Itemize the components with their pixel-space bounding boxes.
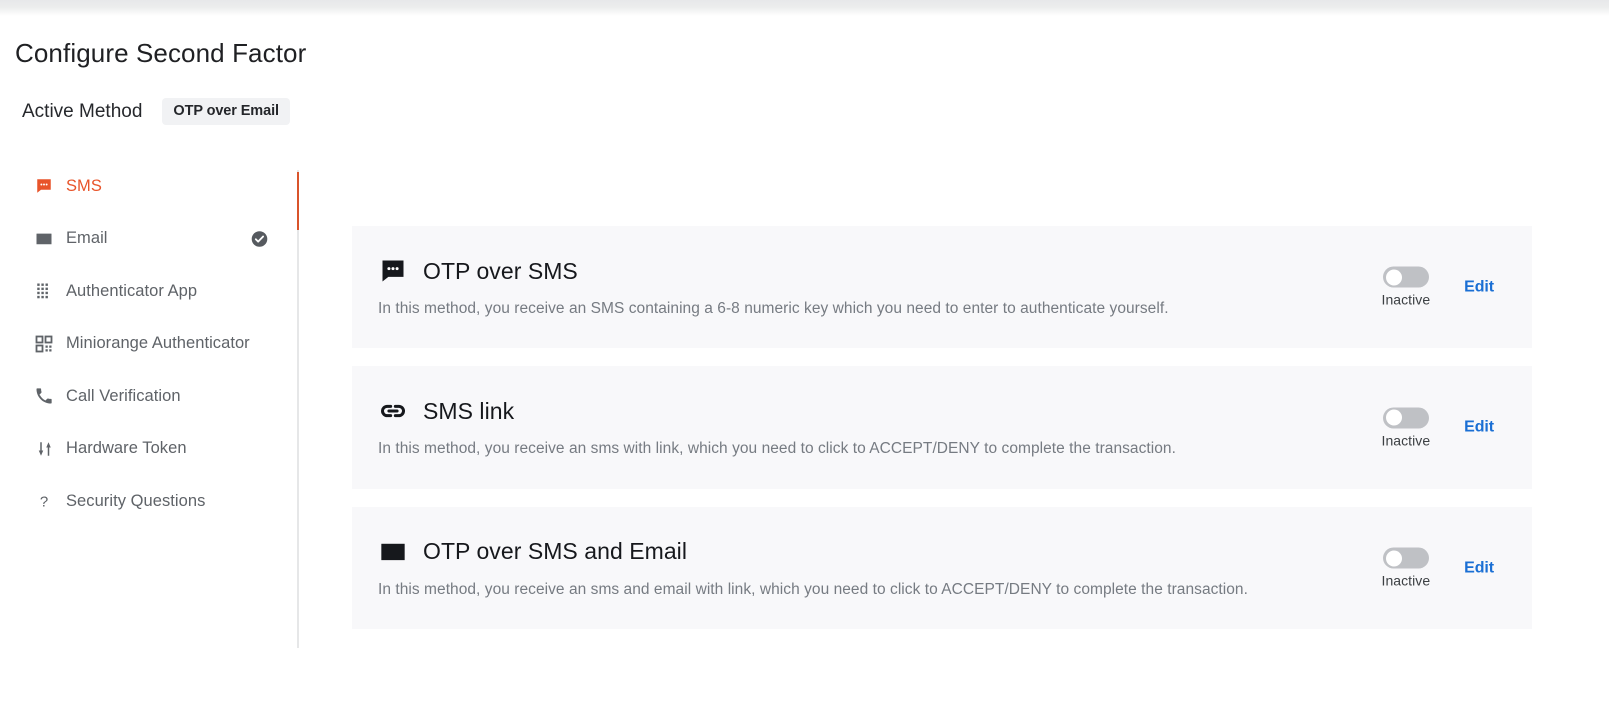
- sms-chat-icon: [33, 175, 55, 197]
- sidebar-divider-rail: [297, 170, 299, 648]
- sidebar-item-authenticator-app[interactable]: Authenticator App: [0, 265, 300, 318]
- edit-link[interactable]: Edit: [1464, 559, 1494, 577]
- method-status-label: Inactive: [1381, 291, 1431, 308]
- method-title-row: OTP over SMS and Email: [378, 537, 1292, 567]
- method-description: In this method, you receive an sms and e…: [378, 580, 1248, 598]
- method-toggle-wrap: Inactive: [1382, 407, 1431, 448]
- method-toggle-wrap: Inactive: [1381, 266, 1431, 308]
- envelope-icon: [378, 537, 408, 567]
- toggle-knob: [1385, 269, 1402, 286]
- sidebar-item-label: Call Verification: [66, 386, 181, 405]
- method-toggle-wrap: Inactive: [1381, 547, 1431, 589]
- envelope-icon: [33, 228, 55, 250]
- method-controls: Inactive Edit: [1382, 407, 1494, 448]
- method-enable-toggle[interactable]: [1382, 407, 1429, 429]
- body-area: SMS Email Authenticator App Miniorange Auth…: [0, 160, 1609, 705]
- method-sidebar: SMS Email Authenticator App Miniorange Auth…: [0, 160, 300, 528]
- method-card-body: SMS link In this method, you receive an s…: [352, 396, 1532, 460]
- check-badge-icon: [251, 230, 268, 247]
- page-title: Configure Second Factor: [15, 38, 307, 68]
- sidebar-item-email[interactable]: Email: [0, 213, 300, 266]
- sidebar-item-call-verification[interactable]: Call Verification: [0, 370, 300, 423]
- sidebar-item-label: Security Questions: [66, 491, 206, 510]
- method-card-body: OTP over SMS In this method, you receive …: [352, 256, 1532, 320]
- method-title: OTP over SMS: [423, 257, 578, 284]
- active-method-label: Active Method: [22, 100, 143, 122]
- active-method-row: Active Method OTP over Email: [22, 98, 290, 125]
- method-status-label: Inactive: [1381, 572, 1431, 589]
- edit-link[interactable]: Edit: [1464, 419, 1494, 437]
- sidebar-item-sms[interactable]: SMS: [0, 160, 300, 213]
- active-method-badge: OTP over Email: [162, 98, 290, 125]
- sidebar-active-indicator: [297, 172, 299, 230]
- method-title: SMS link: [423, 397, 515, 424]
- svg-text:?: ?: [40, 494, 48, 511]
- sidebar-item-miniorange-authenticator[interactable]: Miniorange Authenticator: [0, 318, 300, 371]
- question-mark-icon: ?: [33, 490, 55, 512]
- method-title: OTP over SMS and Email: [423, 538, 687, 565]
- method-controls: Inactive Edit: [1381, 547, 1494, 589]
- method-enable-toggle[interactable]: [1382, 547, 1429, 569]
- sidebar-item-label: Email: [66, 229, 108, 248]
- method-card: SMS link In this method, you receive an s…: [352, 366, 1532, 489]
- sidebar-item-label: Hardware Token: [66, 439, 187, 458]
- method-enable-toggle[interactable]: [1382, 266, 1429, 288]
- sidebar-item-hardware-token[interactable]: Hardware Token: [0, 423, 300, 476]
- browser-chrome-bar: [0, 0, 1609, 16]
- method-description: In this method, you receive an SMS conta…: [378, 300, 1169, 317]
- edit-link[interactable]: Edit: [1464, 278, 1494, 296]
- sidebar-item-label: Miniorange Authenticator: [66, 334, 250, 353]
- sidebar-item-label: SMS: [66, 176, 102, 195]
- method-card: OTP over SMS and Email In this method, yo…: [352, 506, 1532, 630]
- method-card: OTP over SMS In this method, you receive …: [352, 226, 1532, 349]
- hardware-token-icon: [33, 438, 55, 460]
- method-card-list: OTP over SMS In this method, you receive …: [352, 226, 1532, 647]
- qr-code-icon: [33, 333, 55, 355]
- grid-dots-icon: [33, 280, 55, 302]
- method-title-row: SMS link: [378, 396, 1292, 426]
- toggle-knob: [1385, 550, 1402, 567]
- sms-chat-icon: [378, 256, 408, 286]
- method-controls: Inactive Edit: [1381, 266, 1494, 308]
- link-icon: [378, 396, 408, 426]
- method-title-row: OTP over SMS: [378, 256, 1292, 286]
- method-card-body: OTP over SMS and Email In this method, yo…: [352, 537, 1532, 601]
- method-status-label: Inactive: [1381, 432, 1431, 449]
- toggle-knob: [1385, 409, 1402, 426]
- method-description: In this method, you receive an sms with …: [378, 440, 1176, 458]
- sidebar-item-security-questions[interactable]: ? Security Questions: [0, 475, 300, 528]
- phone-icon: [33, 385, 55, 407]
- sidebar-item-label: Authenticator App: [66, 281, 198, 300]
